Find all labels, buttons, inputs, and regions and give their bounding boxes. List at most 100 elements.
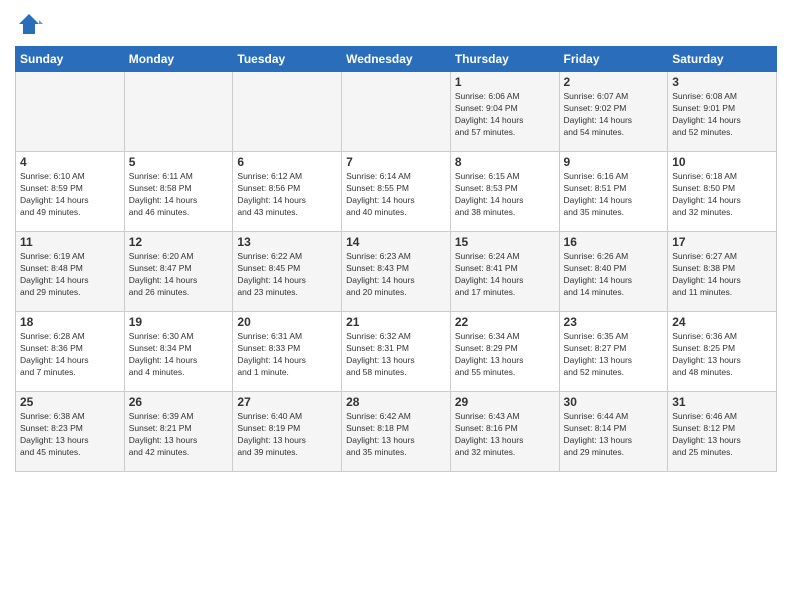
day-number: 30 bbox=[564, 395, 664, 409]
calendar-cell: 28Sunrise: 6:42 AM Sunset: 8:18 PM Dayli… bbox=[342, 392, 451, 472]
day-number: 17 bbox=[672, 235, 772, 249]
day-number: 15 bbox=[455, 235, 555, 249]
calendar-cell: 30 Sunrise: 6:44 AM Sunset: 8:14 PM Dayli… bbox=[559, 392, 668, 472]
day-info: Sunrise: 6:07 AM Sunset: 9:02 PM Dayligh… bbox=[564, 91, 664, 139]
calendar-cell: 11 Sunrise: 6:19 AM Sunset: 8:48 PM Dayli… bbox=[16, 232, 125, 312]
day-number: 12 bbox=[129, 235, 229, 249]
calendar-cell: 22 Sunrise: 6:34 AM Sunset: 8:29 PM Dayli… bbox=[450, 312, 559, 392]
day-info: Sunrise: 6:46 AM Sunset: 8:12 PM Dayligh… bbox=[672, 411, 772, 459]
calendar-cell bbox=[342, 72, 451, 152]
day-info: Sunrise: 6:24 AM Sunset: 8:41 PM Dayligh… bbox=[455, 251, 555, 299]
day-number: 26 bbox=[129, 395, 229, 409]
day-info: Sunrise: 6:26 AM Sunset: 8:40 PM Dayligh… bbox=[564, 251, 664, 299]
day-number: 1 bbox=[455, 75, 555, 89]
day-info: Sunrise: 6:27 AM Sunset: 8:38 PM Dayligh… bbox=[672, 251, 772, 299]
calendar-cell: 8 Sunrise: 6:15 AM Sunset: 8:53 PM Daylig… bbox=[450, 152, 559, 232]
day-number: 8 bbox=[455, 155, 555, 169]
day-info: Sunrise: 6:20 AM Sunset: 8:47 PM Dayligh… bbox=[129, 251, 229, 299]
logo-icon bbox=[15, 10, 43, 38]
day-info: Sunrise: 6:14 AM Sunset: 8:55 PM Dayligh… bbox=[346, 171, 446, 219]
day-info: Sunrise: 6:15 AM Sunset: 8:53 PM Dayligh… bbox=[455, 171, 555, 219]
day-info: Sunrise: 6:31 AM Sunset: 8:33 PM Dayligh… bbox=[237, 331, 337, 379]
logo bbox=[15, 10, 47, 38]
calendar-cell: 23 Sunrise: 6:35 AM Sunset: 8:27 PM Dayli… bbox=[559, 312, 668, 392]
calendar-cell: 9 Sunrise: 6:16 AM Sunset: 8:51 PM Daylig… bbox=[559, 152, 668, 232]
day-info: Sunrise: 6:42 AM Sunset: 8:18 PM Dayligh… bbox=[346, 411, 446, 459]
calendar-cell: 20 Sunrise: 6:31 AM Sunset: 8:33 PM Dayli… bbox=[233, 312, 342, 392]
day-number: 27 bbox=[237, 395, 337, 409]
day-number: 4 bbox=[20, 155, 120, 169]
calendar-week-row: 4 Sunrise: 6:10 AM Sunset: 8:59 PM Daylig… bbox=[16, 152, 777, 232]
calendar-cell: 12 Sunrise: 6:20 AM Sunset: 8:47 PM Dayli… bbox=[124, 232, 233, 312]
weekday-header-saturday: Saturday bbox=[668, 47, 777, 72]
calendar-cell: 29Sunrise: 6:43 AM Sunset: 8:16 PM Dayli… bbox=[450, 392, 559, 472]
day-number: 24 bbox=[672, 315, 772, 329]
calendar-cell: 14 Sunrise: 6:23 AM Sunset: 8:43 PM Dayli… bbox=[342, 232, 451, 312]
day-info: Sunrise: 6:32 AM Sunset: 8:31 PM Dayligh… bbox=[346, 331, 446, 379]
calendar-cell: 1 Sunrise: 6:06 AM Sunset: 9:04 PM Daylig… bbox=[450, 72, 559, 152]
weekday-header-row: SundayMondayTuesdayWednesdayThursdayFrid… bbox=[16, 47, 777, 72]
header bbox=[15, 10, 777, 38]
calendar-cell: 25Sunrise: 6:38 AM Sunset: 8:23 PM Dayli… bbox=[16, 392, 125, 472]
day-info: Sunrise: 6:34 AM Sunset: 8:29 PM Dayligh… bbox=[455, 331, 555, 379]
day-number: 13 bbox=[237, 235, 337, 249]
day-info: Sunrise: 6:39 AM Sunset: 8:21 PM Dayligh… bbox=[129, 411, 229, 459]
day-number: 7 bbox=[346, 155, 446, 169]
calendar-cell: 27 Sunrise: 6:40 AM Sunset: 8:19 PM Dayli… bbox=[233, 392, 342, 472]
day-number: 2 bbox=[564, 75, 664, 89]
day-info: Sunrise: 6:23 AM Sunset: 8:43 PM Dayligh… bbox=[346, 251, 446, 299]
calendar-table: SundayMondayTuesdayWednesdayThursdayFrid… bbox=[15, 46, 777, 472]
calendar-cell: 4 Sunrise: 6:10 AM Sunset: 8:59 PM Daylig… bbox=[16, 152, 125, 232]
weekday-header-wednesday: Wednesday bbox=[342, 47, 451, 72]
day-number: 11 bbox=[20, 235, 120, 249]
day-info: Sunrise: 6:43 AM Sunset: 8:16 PM Dayligh… bbox=[455, 411, 555, 459]
page-container: SundayMondayTuesdayWednesdayThursdayFrid… bbox=[0, 0, 792, 482]
day-info: Sunrise: 6:18 AM Sunset: 8:50 PM Dayligh… bbox=[672, 171, 772, 219]
weekday-header-thursday: Thursday bbox=[450, 47, 559, 72]
day-number: 21 bbox=[346, 315, 446, 329]
calendar-cell bbox=[16, 72, 125, 152]
weekday-header-sunday: Sunday bbox=[16, 47, 125, 72]
day-number: 25 bbox=[20, 395, 120, 409]
day-number: 23 bbox=[564, 315, 664, 329]
day-info: Sunrise: 6:12 AM Sunset: 8:56 PM Dayligh… bbox=[237, 171, 337, 219]
day-info: Sunrise: 6:06 AM Sunset: 9:04 PM Dayligh… bbox=[455, 91, 555, 139]
calendar-cell bbox=[233, 72, 342, 152]
day-number: 3 bbox=[672, 75, 772, 89]
day-number: 10 bbox=[672, 155, 772, 169]
day-info: Sunrise: 6:28 AM Sunset: 8:36 PM Dayligh… bbox=[20, 331, 120, 379]
calendar-week-row: 18 Sunrise: 6:28 AM Sunset: 8:36 PM Dayli… bbox=[16, 312, 777, 392]
day-info: Sunrise: 6:11 AM Sunset: 8:58 PM Dayligh… bbox=[129, 171, 229, 219]
calendar-week-row: 25Sunrise: 6:38 AM Sunset: 8:23 PM Dayli… bbox=[16, 392, 777, 472]
day-info: Sunrise: 6:10 AM Sunset: 8:59 PM Dayligh… bbox=[20, 171, 120, 219]
day-number: 19 bbox=[129, 315, 229, 329]
calendar-cell: 18 Sunrise: 6:28 AM Sunset: 8:36 PM Dayli… bbox=[16, 312, 125, 392]
calendar-week-row: 1 Sunrise: 6:06 AM Sunset: 9:04 PM Daylig… bbox=[16, 72, 777, 152]
day-info: Sunrise: 6:30 AM Sunset: 8:34 PM Dayligh… bbox=[129, 331, 229, 379]
calendar-cell: 3Sunrise: 6:08 AM Sunset: 9:01 PM Daylig… bbox=[668, 72, 777, 152]
day-info: Sunrise: 6:19 AM Sunset: 8:48 PM Dayligh… bbox=[20, 251, 120, 299]
calendar-week-row: 11 Sunrise: 6:19 AM Sunset: 8:48 PM Dayli… bbox=[16, 232, 777, 312]
day-number: 9 bbox=[564, 155, 664, 169]
calendar-cell: 15 Sunrise: 6:24 AM Sunset: 8:41 PM Dayli… bbox=[450, 232, 559, 312]
day-info: Sunrise: 6:40 AM Sunset: 8:19 PM Dayligh… bbox=[237, 411, 337, 459]
day-number: 16 bbox=[564, 235, 664, 249]
day-number: 5 bbox=[129, 155, 229, 169]
day-number: 31 bbox=[672, 395, 772, 409]
weekday-header-monday: Monday bbox=[124, 47, 233, 72]
day-number: 14 bbox=[346, 235, 446, 249]
day-number: 22 bbox=[455, 315, 555, 329]
calendar-cell: 10 Sunrise: 6:18 AM Sunset: 8:50 PM Dayli… bbox=[668, 152, 777, 232]
day-info: Sunrise: 6:44 AM Sunset: 8:14 PM Dayligh… bbox=[564, 411, 664, 459]
day-info: Sunrise: 6:16 AM Sunset: 8:51 PM Dayligh… bbox=[564, 171, 664, 219]
day-info: Sunrise: 6:36 AM Sunset: 8:25 PM Dayligh… bbox=[672, 331, 772, 379]
calendar-cell: 21 Sunrise: 6:32 AM Sunset: 8:31 PM Dayli… bbox=[342, 312, 451, 392]
calendar-cell: 5 Sunrise: 6:11 AM Sunset: 8:58 PM Daylig… bbox=[124, 152, 233, 232]
calendar-cell: 24 Sunrise: 6:36 AM Sunset: 8:25 PM Dayli… bbox=[668, 312, 777, 392]
weekday-header-friday: Friday bbox=[559, 47, 668, 72]
day-number: 18 bbox=[20, 315, 120, 329]
calendar-cell: 26 Sunrise: 6:39 AM Sunset: 8:21 PM Dayli… bbox=[124, 392, 233, 472]
calendar-cell: 7 Sunrise: 6:14 AM Sunset: 8:55 PM Daylig… bbox=[342, 152, 451, 232]
day-info: Sunrise: 6:35 AM Sunset: 8:27 PM Dayligh… bbox=[564, 331, 664, 379]
day-number: 20 bbox=[237, 315, 337, 329]
